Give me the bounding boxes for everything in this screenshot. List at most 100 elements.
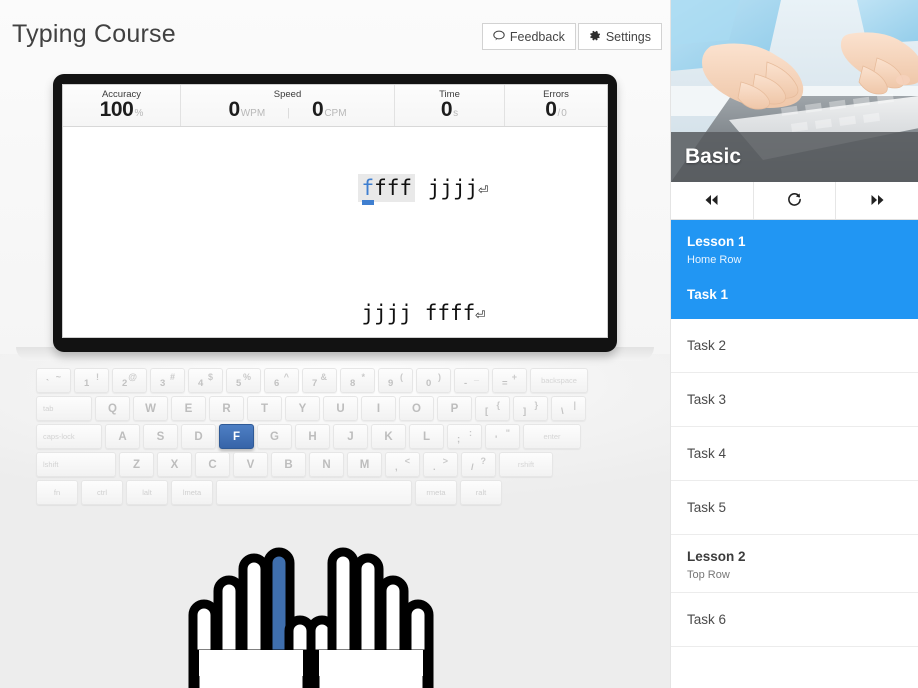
key-h[interactable]: H [295,424,330,449]
typing-course-app: Typing Course Feedback Settings Accuracy… [0,0,918,688]
task-item-task-2[interactable]: Task 2 [671,319,918,373]
key-enter[interactable]: enter [523,424,581,449]
key-lmeta[interactable]: lmeta [171,480,213,505]
virtual-keyboard: ` ~1! 2 @3 #4 $5% 6 ^ 7 & 8 * 9(0) - _ = + backspace tab Q W… [36,368,636,508]
key-[interactable]: ]} [513,396,548,421]
key-rshift[interactable]: rshift [499,452,553,477]
key-7[interactable]: 7 & [302,368,337,393]
key-backspace[interactable]: backspace [530,368,588,393]
key-caps-lock[interactable]: caps-lock [36,424,102,449]
key-[interactable]: - _ [454,368,489,393]
key-r[interactable]: R [209,396,244,421]
key-[interactable]: , < [385,452,420,477]
key-f[interactable]: F [219,424,254,449]
key-p[interactable]: P [437,396,472,421]
key-6[interactable]: 6 ^ [264,368,299,393]
key-y[interactable]: Y [285,396,320,421]
key-tab[interactable]: tab [36,396,92,421]
key-primary-label: 0 [426,378,432,389]
key-fn[interactable]: fn [36,480,78,505]
key-x[interactable]: X [157,452,192,477]
key-primary-label: 9 [388,378,394,389]
key-[interactable]: ;: [447,424,482,449]
task-item-task-6[interactable]: Task 6 [671,593,918,647]
key-shift-label: $ [207,372,213,382]
key-primary-label: [ [485,406,489,417]
key-9[interactable]: 9( [378,368,413,393]
key-undefined-undefined[interactable] [216,480,412,505]
key-[interactable]: [{ [475,396,510,421]
key-[interactable]: /? [461,452,496,477]
task-item-task-3[interactable]: Task 3 [671,373,918,427]
settings-button[interactable]: Settings [577,23,662,50]
key-n[interactable]: N [309,452,344,477]
key-b[interactable]: B [271,452,306,477]
course-card: Basic [671,0,918,182]
key-s[interactable]: S [143,424,178,449]
stat-speed-wpm-number: 0 [228,98,240,121]
key-a[interactable]: A [105,424,140,449]
enter-glyph: ⏎ [475,305,486,325]
stat-speed-wpm-unit: WPM [240,108,266,119]
key-lshift[interactable]: lshift [36,452,116,477]
key-u[interactable]: U [323,396,358,421]
key-2[interactable]: 2 @ [112,368,147,393]
key-t[interactable]: T [247,396,282,421]
task-item-label: Task 6 [687,612,727,627]
key-8[interactable]: 8 * [340,368,375,393]
key-lalt[interactable]: lalt [126,480,168,505]
stat-time-number: 0 [440,97,453,121]
task-item-task-5[interactable]: Task 5 [671,481,918,535]
key-w[interactable]: W [133,396,168,421]
key-[interactable]: = + [492,368,527,393]
key-primary-label: = [502,378,508,389]
key-e[interactable]: E [171,396,206,421]
key-d[interactable]: D [181,424,216,449]
stat-accuracy-number: 100 [99,97,134,121]
key-5[interactable]: 5% [226,368,261,393]
key-primary-label: 3 [160,378,166,389]
key-3[interactable]: 3 # [150,368,185,393]
feedback-button[interactable]: Feedback [481,23,576,50]
task-item-task-1[interactable]: Task 1 [671,270,918,319]
key-o[interactable]: O [399,396,434,421]
key-[interactable]: ` ~ [36,368,71,393]
course-title-band: Basic [671,132,918,182]
key-primary-label: 8 [350,378,356,389]
key-z[interactable]: Z [119,452,154,477]
key-g[interactable]: G [257,424,292,449]
active-word-rest: fff [374,176,413,200]
lesson-header-1[interactable]: Lesson 1 Home Row [671,220,918,270]
key-l[interactable]: L [409,424,444,449]
key-shift-label: < [404,456,410,466]
key-shift-label: ? [480,456,487,466]
key-shift-label: % [242,372,251,382]
key-i[interactable]: I [361,396,396,421]
key-m[interactable]: M [347,452,382,477]
key-c[interactable]: C [195,452,230,477]
page-title: Typing Course [12,20,176,48]
lesson-header-7[interactable]: Lesson 2 Top Row [671,535,918,593]
header-actions: Feedback Settings [481,23,662,50]
key-v[interactable]: V [233,452,268,477]
typing-text-area[interactable]: ffff jjjj⏎ jjjj ffff⏎ fj fj fj fj⏎ [63,127,607,337]
key-ctrl[interactable]: ctrl [81,480,123,505]
key-rmeta[interactable]: rmeta [415,480,457,505]
key-4[interactable]: 4 $ [188,368,223,393]
restart-lesson-button[interactable] [753,182,837,219]
key-q[interactable]: Q [95,396,130,421]
next-lesson-button[interactable] [836,182,918,219]
key-k[interactable]: K [371,424,406,449]
course-sidebar: Basic Lesson 1 Home Row Task 1 Task 2 Task 3… [670,0,918,688]
key-j[interactable]: J [333,424,368,449]
key-0[interactable]: 0) [416,368,451,393]
fast-forward-icon [870,193,885,209]
key-1[interactable]: 1! [74,368,109,393]
key-[interactable]: . > [423,452,458,477]
key-ralt[interactable]: ralt [460,480,502,505]
stat-time-value: 0 s [440,97,458,124]
task-item-task-4[interactable]: Task 4 [671,427,918,481]
key-[interactable]: \ | [551,396,586,421]
key-[interactable]: ' " [485,424,520,449]
previous-lesson-button[interactable] [671,182,754,219]
